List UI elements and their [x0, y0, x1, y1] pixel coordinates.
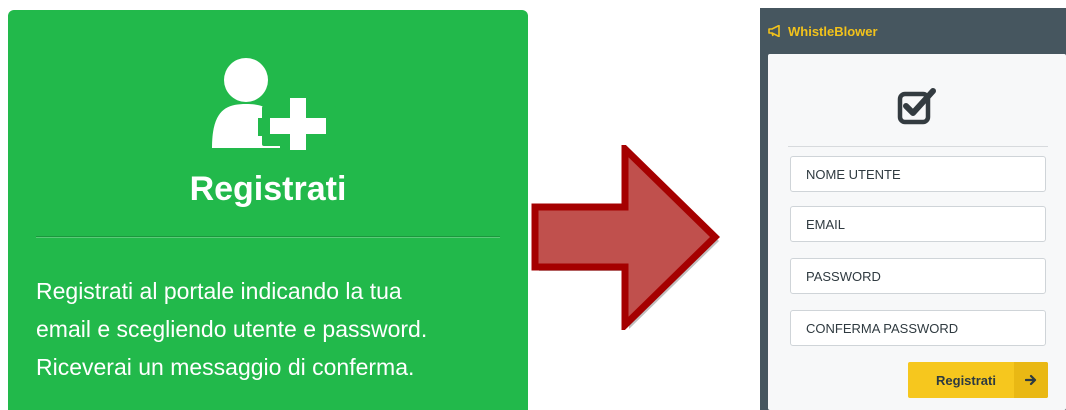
checkbox-checked-icon [896, 86, 938, 128]
card-description-line: Riceverai un messaggio di conferma. [36, 354, 415, 380]
card-description-line: Registrati al portale indicando la tua [36, 278, 402, 304]
arrow-right-icon [1014, 362, 1048, 398]
password-field[interactable] [790, 258, 1046, 294]
username-field[interactable] [790, 156, 1046, 192]
email-field[interactable] [790, 206, 1046, 242]
register-button[interactable]: Registrati [908, 362, 1048, 398]
register-form-panel: Registrati [768, 54, 1066, 410]
card-description-line: email e scegliendo utente e password. [36, 316, 428, 342]
right-arrow-icon [525, 140, 725, 334]
card-description: Registrati al portale indicando la tua e… [36, 272, 516, 386]
app-window: WhistleBlower Registrati [760, 8, 1066, 410]
app-title: WhistleBlower [788, 23, 878, 39]
card-title: Registrati [189, 170, 347, 208]
megaphone-icon [768, 25, 780, 37]
register-button-label: Registrati [936, 372, 996, 388]
register-card[interactable]: Registrati Registrati al portale indican… [8, 10, 528, 410]
confirm-password-field[interactable] [790, 310, 1046, 346]
user-plus-icon [208, 50, 338, 154]
app-header: WhistleBlower [768, 22, 878, 40]
panel-divider [788, 146, 1048, 147]
card-divider [36, 236, 500, 238]
